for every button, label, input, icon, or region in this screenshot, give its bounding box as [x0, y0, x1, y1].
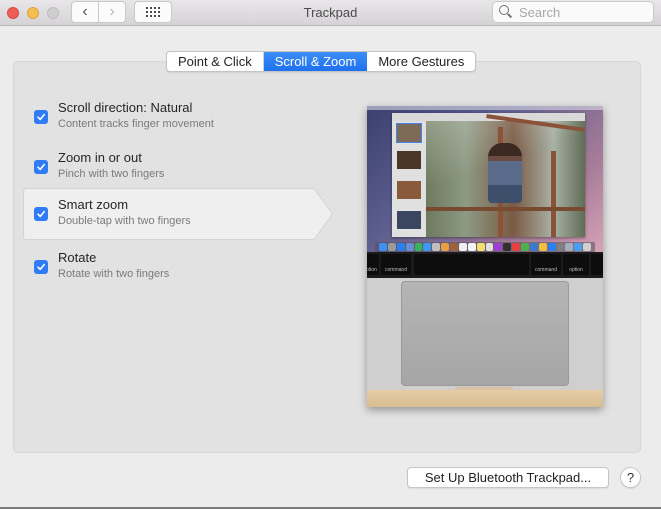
option-subtitle: Pinch with two fingers	[58, 168, 165, 180]
preview-screen	[367, 106, 603, 252]
preview-keyboard: option command command option	[367, 252, 603, 278]
preview-trackpad	[401, 281, 569, 386]
key-option: option	[367, 254, 379, 275]
tab-more-gestures[interactable]: More Gestures	[367, 52, 475, 71]
checkbox-smart-zoom[interactable]	[34, 207, 48, 221]
checkmark-icon	[37, 163, 45, 171]
checkbox-rotate[interactable]	[34, 260, 48, 274]
tab-bar: Point & Click Scroll & Zoom More Gesture…	[166, 51, 477, 72]
key-arrow	[591, 254, 603, 275]
option-smart-zoom[interactable]: Smart zoom Double-tap with two fingers	[23, 188, 333, 240]
option-scroll-direction[interactable]: Scroll direction: Natural Content tracks…	[23, 91, 333, 143]
tab-scroll-zoom[interactable]: Scroll & Zoom	[263, 52, 368, 71]
help-button[interactable]: ?	[620, 467, 641, 488]
key-option: option	[563, 254, 589, 275]
option-title: Rotate	[58, 250, 97, 265]
preview-menubar	[367, 106, 603, 110]
key-command: command	[531, 254, 561, 275]
option-rotate[interactable]: Rotate Rotate with two fingers	[23, 241, 333, 293]
search-icon	[499, 5, 513, 19]
checkmark-icon	[37, 113, 45, 121]
search-input[interactable]	[519, 4, 649, 20]
preview-dock	[375, 242, 595, 252]
preview-photo	[426, 114, 585, 237]
selection-highlight	[23, 188, 333, 240]
checkmark-icon	[37, 210, 45, 218]
option-zoom-in-out[interactable]: Zoom in or out Pinch with two fingers	[23, 141, 333, 193]
option-subtitle: Double-tap with two fingers	[58, 215, 191, 227]
option-title: Smart zoom	[58, 197, 129, 212]
preview-table	[367, 390, 603, 407]
preview-person	[488, 143, 522, 203]
option-subtitle: Rotate with two fingers	[58, 268, 170, 280]
key-space	[414, 254, 529, 275]
checkbox-scroll-direction[interactable]	[34, 110, 48, 124]
checkmark-icon	[37, 263, 45, 271]
preview-photos-window	[392, 113, 585, 237]
option-title: Zoom in or out	[58, 150, 142, 165]
key-command: command	[381, 254, 411, 275]
setup-bluetooth-trackpad-button[interactable]: Set Up Bluetooth Trackpad...	[407, 467, 609, 488]
option-subtitle: Content tracks finger movement	[58, 118, 214, 130]
tab-point-click[interactable]: Point & Click	[167, 52, 264, 71]
title-bar: ‹ › Trackpad	[0, 0, 661, 26]
search-field[interactable]	[492, 1, 654, 23]
option-title: Scroll direction: Natural	[58, 100, 193, 115]
checkbox-zoom-in-out[interactable]	[34, 160, 48, 174]
gesture-preview: option command command option	[367, 106, 603, 407]
